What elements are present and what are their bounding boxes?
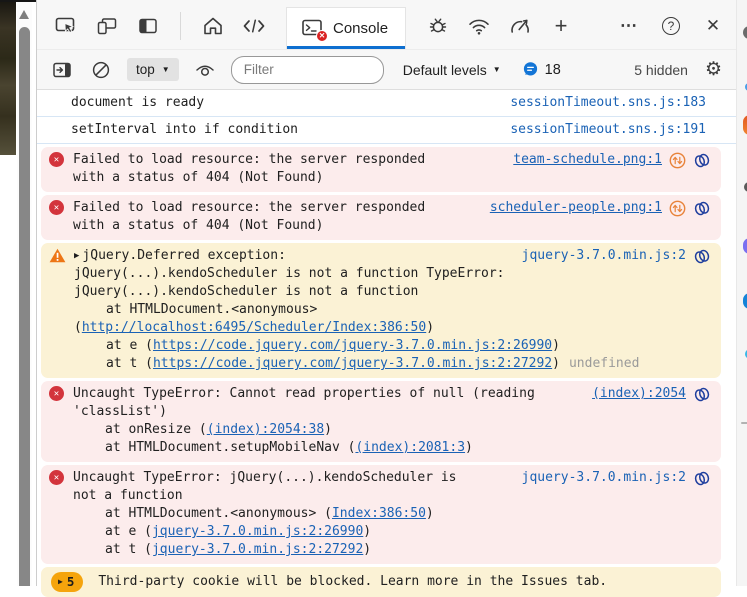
sidebar-icon-fragment — [743, 26, 747, 39]
device-emulation-icon[interactable] — [94, 13, 120, 39]
warning-icon — [49, 247, 66, 373]
log-row: setInterval into if condition sessionTim… — [37, 117, 736, 144]
log-levels-selector[interactable]: Default levels ▼ — [403, 62, 501, 78]
stack-link[interactable]: (index):2054:38 — [207, 422, 324, 437]
help-icon[interactable]: ? — [662, 17, 680, 35]
issues-chat-icon — [522, 61, 539, 78]
issues-counter[interactable]: 18 — [522, 61, 561, 78]
console-tab-label: Console — [333, 20, 388, 37]
performance-gauge-icon[interactable] — [507, 13, 533, 39]
live-expression-eye-icon[interactable] — [192, 57, 218, 83]
scrollbar-thumb[interactable] — [19, 27, 30, 586]
stack-link[interactable]: https://code.jquery.com/jquery-3.7.0.min… — [153, 356, 552, 371]
console-tab-icon: ✕ — [301, 18, 325, 40]
cookie-warning-group: ▶ 5 Third-party cookie will be blocked. … — [41, 567, 721, 597]
source-link[interactable]: sessionTimeout.sns.js:183 — [498, 94, 706, 112]
console-output: document is ready sessionTimeout.sns.js:… — [37, 90, 736, 597]
source-link[interactable]: jquery-3.7.0.min.js:2 — [522, 247, 686, 265]
sidebar-icon-fragment — [743, 115, 747, 135]
stack-trace: at onResize ((index):2054:38) at HTMLDoc… — [73, 421, 711, 457]
source-link[interactable]: team-schedule.png:1 — [513, 151, 662, 169]
source-link[interactable]: jquery-3.7.0.min.js:2 — [522, 469, 686, 487]
background-page-image — [0, 0, 16, 155]
console-error-message: ✕ Uncaught TypeError: jQuery(...).kendoS… — [41, 465, 721, 564]
js-context-value: top — [136, 62, 155, 77]
source-link[interactable]: (index):2054 — [592, 385, 686, 403]
stack-link[interactable]: https://code.jquery.com/jquery-3.7.0.min… — [153, 338, 552, 353]
sidebar-icon-fragment — [743, 238, 747, 254]
network-wifi-icon[interactable] — [466, 13, 492, 39]
stack-trace: at HTMLDocument.<anonymous> (Index:386:5… — [73, 505, 711, 559]
toolbar-separator — [180, 12, 181, 40]
devtools-tabbar: ✕ Console + ⋯ ? ✕ — [37, 0, 736, 50]
filter-input[interactable] — [231, 56, 384, 84]
console-toolbar: top ▼ Default levels ▼ 18 5 hidden ⚙ — [37, 50, 736, 90]
console-error-badge: ✕ — [316, 30, 328, 42]
warning-title: jQuery.Deferred exception: — [82, 247, 286, 265]
page-scrollbar[interactable] — [17, 0, 32, 586]
error-icon: ✕ — [49, 151, 65, 187]
warning-count: 5 — [67, 573, 75, 591]
tabbar-right-tools: ⋯ ? ✕ — [616, 13, 726, 39]
chevron-down-icon: ▼ — [162, 65, 170, 74]
expand-triangle-icon[interactable]: ▶ — [74, 247, 79, 265]
sidebar-divider-fragment — [741, 422, 747, 424]
log-text: setInterval into if condition — [71, 121, 298, 139]
error-icon: ✕ — [49, 469, 65, 559]
source-link[interactable]: sessionTimeout.sns.js:191 — [498, 121, 706, 139]
browser-sidebar-strip — [736, 0, 747, 586]
sidebar-icon-fragment — [743, 293, 747, 309]
error-text: Uncaught TypeError: Cannot read properti… — [73, 385, 553, 421]
network-request-icon[interactable] — [669, 200, 686, 217]
undefined-value: undefined — [569, 356, 639, 371]
error-icon: ✕ — [49, 385, 65, 457]
warning-body: jQuery(...).kendoScheduler is not a func… — [74, 265, 711, 301]
inspect-element-icon[interactable] — [53, 13, 79, 39]
copilot-explain-icon[interactable] — [693, 470, 711, 487]
cookie-warning-text: Third-party cookie will be blocked. Lear… — [98, 573, 607, 591]
more-options-icon[interactable]: ⋯ — [616, 13, 642, 39]
copilot-explain-icon[interactable] — [693, 152, 711, 169]
console-error-message: ✕ Failed to load resource: the server re… — [41, 147, 721, 192]
error-text: Failed to load resource: the server resp… — [73, 199, 453, 235]
home-tab-icon[interactable] — [200, 13, 226, 39]
copilot-explain-icon[interactable] — [693, 248, 711, 265]
scrollbar-up-arrow[interactable] — [19, 10, 29, 19]
console-error-message: ✕ Uncaught TypeError: Cannot read proper… — [41, 381, 721, 462]
issues-bug-icon[interactable] — [425, 13, 451, 39]
stack-link[interactable]: (index):2081:3 — [355, 440, 465, 455]
console-warning-message: ▶ jQuery.Deferred exception: jquery-3.7.… — [41, 243, 721, 378]
console-sidebar-toggle-icon[interactable] — [49, 57, 75, 83]
expand-triangle-icon: ▶ — [58, 573, 63, 591]
log-text: document is ready — [71, 94, 204, 112]
log-row: document is ready sessionTimeout.sns.js:… — [37, 90, 736, 117]
close-devtools-icon[interactable]: ✕ — [700, 13, 726, 39]
clear-console-icon[interactable] — [88, 57, 114, 83]
error-icon: ✕ — [49, 199, 65, 235]
stack-trace: at HTMLDocument.<anonymous> (http://loca… — [74, 301, 664, 373]
copilot-explain-icon[interactable] — [693, 386, 711, 403]
error-text: Failed to load resource: the server resp… — [73, 151, 453, 187]
chevron-down-icon: ▼ — [493, 65, 501, 74]
js-context-selector[interactable]: top ▼ — [127, 58, 179, 81]
focus-mode-icon[interactable] — [135, 13, 161, 39]
stack-link[interactable]: http://localhost:6495/Scheduler/Index:38… — [82, 320, 426, 335]
console-settings-gear-icon[interactable]: ⚙ — [705, 58, 722, 81]
add-tool-icon[interactable]: + — [548, 13, 574, 39]
stack-link[interactable]: jquery-3.7.0.min.js:2:26990 — [152, 524, 363, 539]
warning-count-badge[interactable]: ▶ 5 — [51, 572, 83, 592]
stack-link[interactable]: jquery-3.7.0.min.js:2:27292 — [152, 542, 363, 557]
error-text: Uncaught TypeError: jQuery(...).kendoSch… — [73, 469, 473, 505]
issues-count: 18 — [545, 62, 561, 78]
tab-console[interactable]: ✕ Console — [286, 7, 406, 49]
elements-tab-icon[interactable] — [241, 13, 267, 39]
hidden-messages-label[interactable]: 5 hidden — [634, 62, 688, 78]
source-link[interactable]: scheduler-people.png:1 — [490, 199, 662, 217]
stack-link[interactable]: Index:386:50 — [332, 506, 426, 521]
network-request-icon[interactable] — [669, 152, 686, 169]
copilot-explain-icon[interactable] — [693, 200, 711, 217]
log-levels-value: Default levels — [403, 62, 487, 78]
console-error-message: ✕ Failed to load resource: the server re… — [41, 195, 721, 240]
devtools-panel: ✕ Console + ⋯ ? ✕ top ▼ — [36, 0, 736, 586]
